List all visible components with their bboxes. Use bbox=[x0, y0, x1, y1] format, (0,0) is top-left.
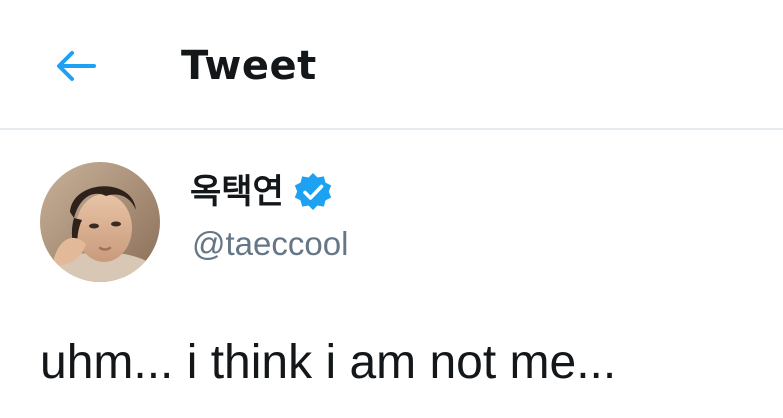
verified-badge-icon bbox=[294, 173, 332, 210]
profile-photo bbox=[40, 162, 160, 282]
page-title: Tweet bbox=[181, 43, 317, 89]
tweet-text: uhm... i think i am not me... bbox=[40, 336, 617, 389]
display-name[interactable]: 옥택연 bbox=[190, 168, 284, 216]
tweet-detail: 옥택연 @taeccool uhm... i think i am not me… bbox=[0, 130, 783, 418]
tweet-header: Tweet bbox=[0, 0, 783, 130]
avatar[interactable] bbox=[40, 162, 160, 282]
author-name-row: 옥택연 bbox=[190, 168, 334, 216]
user-handle[interactable]: @taeccool bbox=[192, 222, 348, 266]
back-button[interactable] bbox=[48, 40, 104, 92]
back-arrow-icon bbox=[57, 51, 96, 81]
